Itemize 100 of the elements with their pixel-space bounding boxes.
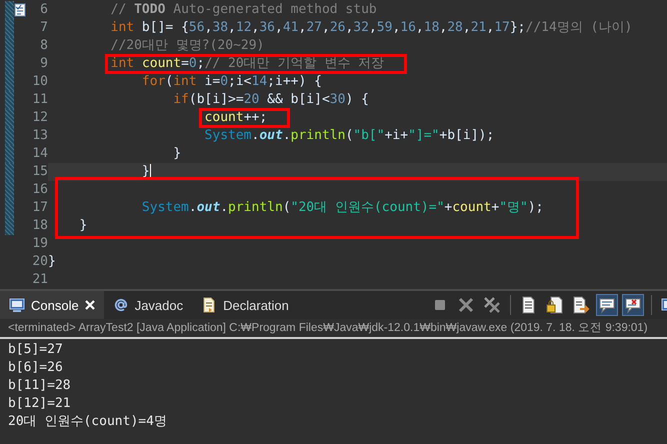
code-text: ) { (345, 91, 369, 109)
method-name: println (290, 127, 346, 145)
x-icon (457, 296, 475, 314)
text-cursor (150, 164, 151, 180)
toggle-button[interactable] (622, 294, 644, 316)
close-icon[interactable] (84, 300, 95, 310)
output-line: 20대 인원수(count)=4명 (8, 413, 168, 431)
code-text: , (486, 19, 494, 37)
output-line: b[5]=27 (8, 341, 64, 359)
code-text: ;i++) { (267, 73, 322, 91)
output-line: b[12]=21 (8, 395, 72, 413)
code-text: +i+ (384, 127, 408, 145)
string-literal: "명" (499, 199, 528, 217)
code-comment: //20대만 몇명?(20~29) (110, 37, 264, 55)
line-number: 17 (31, 199, 48, 217)
number-literal: 20 (244, 91, 260, 109)
todo-tag: TODO (134, 1, 166, 19)
line-number: 6 (39, 1, 48, 19)
output-line: b[6]=26 (8, 359, 64, 377)
line-number: 13 (31, 127, 48, 145)
keyword-text: for (142, 73, 166, 91)
document-arrow-icon (572, 296, 590, 314)
string-literal: "b[" (353, 127, 385, 145)
output-line: b[11]=28 (8, 377, 72, 395)
code-text: , (368, 19, 377, 37)
variable-name: count (142, 57, 182, 71)
number-literal: 21 (470, 19, 486, 37)
number-literal: 12 (236, 19, 252, 37)
field-name: out (196, 199, 220, 217)
view-tab[interactable]: Console (0, 291, 104, 319)
class-name: System (204, 127, 252, 145)
line-number: 18 (31, 217, 48, 235)
number-literal: 30 (330, 91, 346, 109)
line-number: 7 (39, 19, 48, 37)
number-literal: 28 (447, 19, 463, 37)
number-literal: 16 (400, 19, 416, 37)
number-literal: 0 (188, 57, 197, 71)
number-literal: 14 (252, 73, 268, 91)
code-text: , (322, 19, 330, 37)
console-icon (9, 297, 25, 313)
code-comment: //14명의 (나이) (526, 19, 632, 37)
number-literal: 27 (306, 19, 322, 37)
code-text: + (444, 199, 452, 217)
code-text: + (491, 199, 500, 217)
code-text: , (252, 19, 260, 37)
view-tab[interactable]: Javadoc (104, 291, 192, 319)
toggle-button[interactable] (596, 294, 618, 316)
number-literal: 56 (188, 19, 205, 37)
code-text: . (220, 199, 228, 217)
keyword-text: int (110, 57, 136, 71)
line-number: 20 (31, 253, 48, 271)
at-symbol-icon (112, 297, 129, 313)
line-number: 16 (31, 181, 48, 199)
process-status-text: <terminated> ArrayTest2 [Java Application] C:₩Program Files₩Java₩jdk-12.0.1₩bin₩javaw.exe (2019. 7. 18. 오전 9:39:01) (8, 322, 648, 334)
line-number: 14 (31, 145, 48, 163)
code-text: ; (196, 57, 205, 71)
code-text: } (79, 217, 88, 235)
code-text: . (252, 127, 260, 145)
number-literal: 0 (220, 73, 228, 91)
line-number: 12 (31, 109, 48, 127)
code-text: ( (345, 127, 354, 145)
double-x-icon (483, 296, 501, 314)
code-text: ); (528, 199, 544, 217)
code-text: , (204, 19, 212, 37)
line-number: 9 (39, 55, 48, 73)
keyword-text: int (110, 19, 134, 37)
method-name: println (228, 199, 283, 217)
code-text: +b[i]); (439, 127, 494, 145)
locked-document-icon (546, 296, 564, 314)
view-tab[interactable]: Declaration (192, 291, 298, 319)
number-literal: 59 (376, 19, 392, 37)
number-literal: 38 (212, 19, 228, 37)
code-text: }; (510, 19, 526, 37)
code-text: = (181, 57, 189, 71)
code-text: b[]= { (140, 19, 189, 37)
class-name: System (142, 199, 189, 217)
code-text: , (416, 19, 424, 37)
document-icon (201, 297, 218, 313)
code-text: , (392, 19, 400, 37)
code-text: . (282, 127, 291, 145)
code-text: } (173, 145, 182, 163)
number-literal: 41 (282, 19, 298, 37)
code-text: ;i< (228, 73, 252, 91)
number-literal: 32 (353, 19, 369, 37)
string-literal: "20대 인원수(count)=" (290, 199, 444, 217)
line-number: 11 (31, 91, 48, 109)
line-number: 19 (31, 235, 48, 253)
code-comment: Auto-generated method stub (172, 1, 377, 19)
code-text: ( (282, 199, 291, 217)
variable-name: count (204, 111, 244, 125)
line-number: 15 (31, 163, 48, 181)
line-number: 21 (31, 271, 48, 289)
code-comment: // 20대만 기억할 변수 저장 (204, 57, 384, 71)
code-text: . (188, 199, 197, 217)
message-icon (598, 296, 616, 314)
variable-name: count (452, 199, 492, 217)
code-text: , (275, 19, 283, 37)
keyword-text: int (173, 73, 197, 91)
number-literal: 36 (259, 19, 276, 37)
code-text: ++; (244, 111, 268, 125)
